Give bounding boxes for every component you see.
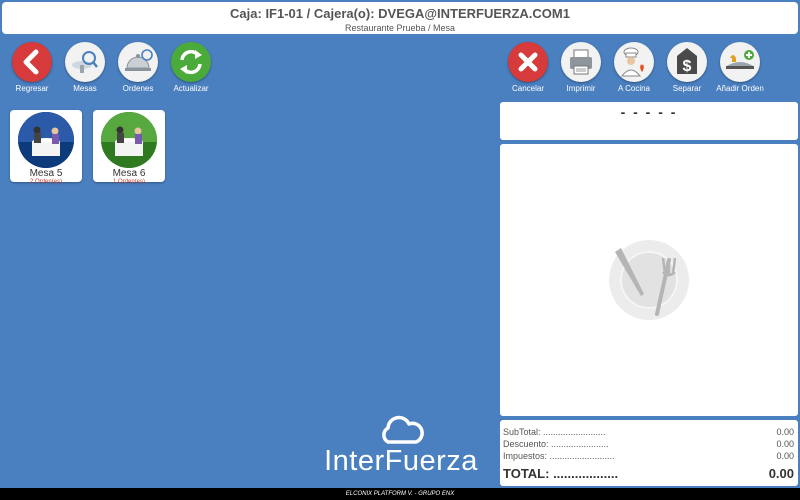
refresh-button[interactable]: Actualizar (165, 42, 217, 93)
discount-value: 0.00 (776, 439, 794, 449)
footer-text: ELCONIX PLATFORM V. - GRUPO ENX (345, 491, 455, 497)
print-button[interactable]: Imprimir (555, 42, 607, 93)
discount-label: Descuento: ....................... (503, 439, 609, 449)
order-header-text: - - - - - (620, 104, 678, 120)
table-card-mesa-5[interactable]: Mesa 5 2 Orden(es) (10, 110, 82, 185)
cancel-label: Cancelar (511, 84, 544, 93)
header-bar: Caja: IF1-01 / Cajera(o): DVEGA@INTERFUE… (2, 2, 798, 34)
printer-icon (561, 42, 601, 82)
orders-icon (118, 42, 158, 82)
tax-label: Impuestos: .......................... (503, 451, 615, 461)
cancel-button[interactable]: Cancelar (502, 42, 554, 93)
back-label: Regresar (15, 84, 49, 93)
dining-table-icon (18, 112, 74, 168)
tax-value: 0.00 (776, 451, 794, 461)
total-row: TOTAL: .................. 0.00 (503, 465, 794, 483)
empty-plate-icon (609, 240, 689, 320)
header-title: Caja: IF1-01 / Cajera(o): DVEGA@INTERFUE… (230, 6, 570, 21)
brand-name: InterFuerza (324, 445, 478, 477)
table-order-count: 2 Orden(es) (29, 179, 62, 185)
split-button[interactable]: $ Separar (661, 42, 713, 93)
print-label: Imprimir (566, 84, 596, 93)
svg-text:$: $ (683, 58, 692, 75)
total-value: 0.00 (768, 466, 794, 481)
add-order-button[interactable]: Añadir Orden (714, 42, 766, 93)
discount-row: Descuento: ....................... 0.00 (503, 438, 794, 450)
tax-row: Impuestos: .......................... 0.… (503, 450, 794, 462)
orders-label: Ordenes (122, 84, 154, 93)
back-button[interactable]: Regresar (6, 42, 58, 93)
tables-button[interactable]: Mesas (59, 42, 111, 93)
cloud-icon (382, 415, 424, 444)
order-header-panel: - - - - - (500, 102, 798, 140)
brand-logo: InterFuerza (320, 412, 482, 482)
table-name: Mesa 6 (112, 168, 146, 179)
send-kitchen-label: A Cocina (617, 84, 651, 93)
back-arrow-icon (12, 42, 52, 82)
order-items-panel (500, 144, 798, 416)
cancel-x-icon (508, 42, 548, 82)
refresh-label: Actualizar (173, 84, 209, 93)
subtotal-row: SubTotal: ......................... 0.00 (503, 426, 794, 438)
refresh-icon (171, 42, 211, 82)
subtotal-label: SubTotal: ......................... (503, 427, 606, 437)
tables-label: Mesas (73, 84, 97, 93)
totals-panel: SubTotal: ......................... 0.00… (500, 420, 798, 486)
header-subtitle: Restaurante Prueba / Mesa (344, 23, 456, 33)
table-name: Mesa 5 (29, 168, 63, 179)
add-order-tray-icon (720, 42, 760, 82)
send-kitchen-button[interactable]: A Cocina (608, 42, 660, 93)
table-card-mesa-6[interactable]: Mesa 6 1 Orden(es) (93, 110, 165, 185)
split-label: Separar (672, 84, 702, 93)
table-order-count: 1 Orden(es) (112, 179, 145, 185)
subtotal-value: 0.00 (776, 427, 794, 437)
orders-button[interactable]: Ordenes (112, 42, 164, 93)
dining-table-icon (101, 112, 157, 168)
chef-icon (614, 42, 654, 82)
total-label: TOTAL: .................. (503, 466, 619, 481)
tables-search-icon (65, 42, 105, 82)
footer-bar: ELCONIX PLATFORM V. - GRUPO ENX (0, 488, 800, 500)
dollar-icon: $ (667, 42, 707, 82)
add-order-label: Añadir Orden (716, 84, 764, 93)
